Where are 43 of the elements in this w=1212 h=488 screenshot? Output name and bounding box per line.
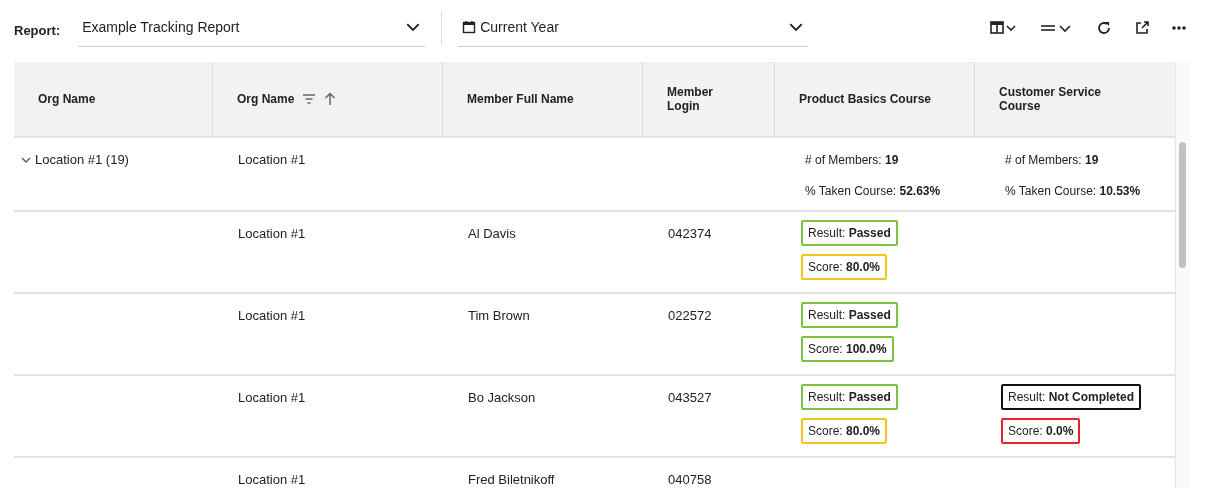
column-header[interactable]: Org Name [38,92,96,106]
table-cell: Bo Jackson [468,390,536,405]
scrollbar[interactable] [1175,62,1190,488]
summary-stat: % Taken Course: 10.53% [1005,184,1142,198]
status-tag: Result: Passed [801,384,898,410]
table-cell: Location #1 [238,152,306,167]
status-tag: Result: Not Completed [1001,384,1142,410]
summary-stat: # of Members: 19 [1005,153,1100,167]
external-link-icon [1134,19,1150,36]
group-toggle[interactable]: Location #1 (19) [20,152,129,167]
table-cell: Location #1 [238,472,306,487]
table-cell: 042374 [668,226,712,241]
column-header[interactable]: Customer Service Course [999,85,1139,113]
column-header[interactable]: Product Basics Course [799,92,932,106]
table-cell: Tim Brown [468,308,530,323]
table-cell: Fred Biletnikoff [468,472,555,487]
table-cell: 022572 [668,308,712,323]
table-cell: 043527 [668,390,712,405]
more-icon [1172,25,1186,30]
table-cell: Al Davis [468,226,516,241]
summary-stat: # of Members: 19 [805,153,900,167]
summary-stat: % Taken Course: 52.63% [805,184,942,198]
status-tag: Score: 80.0% [801,418,888,444]
more-button[interactable] [1170,23,1188,32]
status-tag: Score: 80.0% [801,254,888,280]
status-tag: Score: 100.0% [801,336,894,362]
table-cell: Location #1 [238,390,306,405]
sort-ascending-icon[interactable] [324,92,337,106]
column-header[interactable]: Org Name [237,92,295,106]
status-tag: Result: Passed [801,220,898,246]
status-tag: Result: Passed [801,302,898,328]
report-label: Report: [14,23,61,38]
calendar-icon [462,20,477,34]
table-cell: Location #1 [238,308,306,323]
status-tag: Score: 0.0% [1001,418,1081,444]
table-cell: 040758 [668,472,712,487]
scrollbar-thumb[interactable] [1179,142,1186,268]
columns-icon [990,19,1018,36]
refresh-icon [1096,19,1112,36]
filter-icon[interactable] [302,93,317,105]
column-header[interactable]: Member Login [667,85,727,113]
column-header[interactable]: Member Full Name [467,92,574,106]
table-cell: Location #1 [238,226,306,241]
